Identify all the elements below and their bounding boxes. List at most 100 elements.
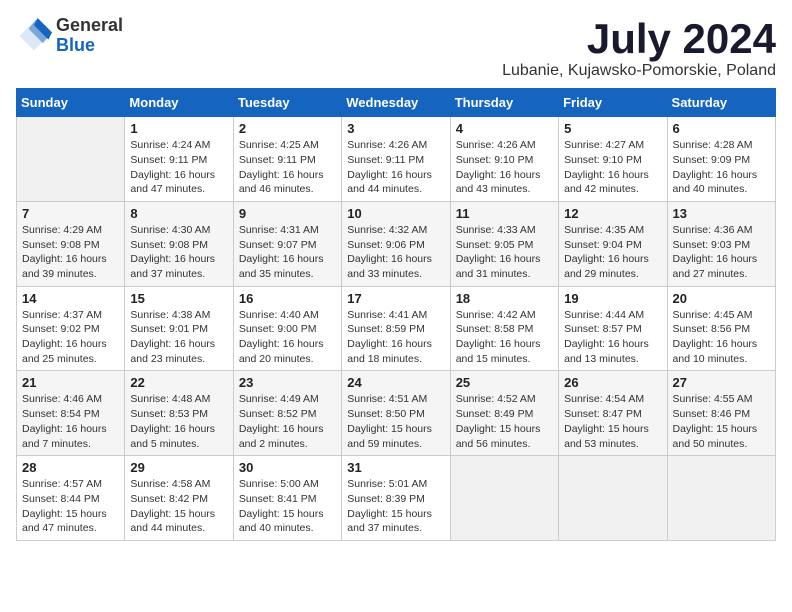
day-info: Sunrise: 4:26 AM Sunset: 9:10 PM Dayligh… bbox=[456, 138, 553, 197]
logo-icon bbox=[16, 18, 52, 54]
day-number: 12 bbox=[564, 206, 661, 221]
calendar-cell: 23 Sunrise: 4:49 AM Sunset: 8:52 PM Dayli… bbox=[233, 371, 341, 456]
calendar-cell bbox=[667, 456, 775, 541]
calendar-table: SundayMondayTuesdayWednesdayThursdayFrid… bbox=[16, 88, 776, 541]
logo-general: General bbox=[56, 16, 123, 36]
page-header: General Blue July 2024 Lubanie, Kujawsko… bbox=[16, 16, 776, 80]
week-row-2: 7Sunrise: 4:29 AM Sunset: 9:08 PM Daylig… bbox=[17, 201, 776, 286]
day-info: Sunrise: 4:42 AM Sunset: 8:58 PM Dayligh… bbox=[456, 308, 553, 367]
day-info: Sunrise: 4:36 AM Sunset: 9:03 PM Dayligh… bbox=[673, 223, 770, 282]
day-number: 23 bbox=[239, 375, 336, 390]
day-number: 14 bbox=[22, 291, 119, 306]
day-info: Sunrise: 4:32 AM Sunset: 9:06 PM Dayligh… bbox=[347, 223, 444, 282]
day-number: 1 bbox=[130, 121, 227, 136]
calendar-cell: 20 Sunrise: 4:45 AM Sunset: 8:56 PM Dayli… bbox=[667, 286, 775, 371]
day-info: Sunrise: 4:51 AM Sunset: 8:50 PM Dayligh… bbox=[347, 392, 444, 451]
calendar-cell: 17 Sunrise: 4:41 AM Sunset: 8:59 PM Dayli… bbox=[342, 286, 450, 371]
calendar-body: 1 Sunrise: 4:24 AM Sunset: 9:11 PM Daylig… bbox=[17, 117, 776, 541]
day-number: 8 bbox=[130, 206, 227, 221]
day-number: 27 bbox=[673, 375, 770, 390]
day-info: Sunrise: 4:37 AM Sunset: 9:02 PM Dayligh… bbox=[22, 308, 119, 367]
day-info: Sunrise: 4:35 AM Sunset: 9:04 PM Dayligh… bbox=[564, 223, 661, 282]
day-info: Sunrise: 4:45 AM Sunset: 8:56 PM Dayligh… bbox=[673, 308, 770, 367]
day-info: Sunrise: 4:41 AM Sunset: 8:59 PM Dayligh… bbox=[347, 308, 444, 367]
day-number: 17 bbox=[347, 291, 444, 306]
header-cell-monday: Monday bbox=[125, 89, 233, 117]
location-title: Lubanie, Kujawsko-Pomorskie, Poland bbox=[502, 62, 776, 80]
calendar-cell: 1 Sunrise: 4:24 AM Sunset: 9:11 PM Daylig… bbox=[125, 117, 233, 202]
calendar-cell bbox=[559, 456, 667, 541]
day-number: 21 bbox=[22, 375, 119, 390]
calendar-cell: 2Sunrise: 4:25 AM Sunset: 9:11 PM Daylig… bbox=[233, 117, 341, 202]
calendar-cell: 6 Sunrise: 4:28 AM Sunset: 9:09 PM Daylig… bbox=[667, 117, 775, 202]
day-number: 28 bbox=[22, 460, 119, 475]
day-number: 6 bbox=[673, 121, 770, 136]
calendar-cell: 26 Sunrise: 4:54 AM Sunset: 8:47 PM Dayli… bbox=[559, 371, 667, 456]
header-cell-saturday: Saturday bbox=[667, 89, 775, 117]
day-info: Sunrise: 4:49 AM Sunset: 8:52 PM Dayligh… bbox=[239, 392, 336, 451]
calendar-cell: 4Sunrise: 4:26 AM Sunset: 9:10 PM Daylig… bbox=[450, 117, 558, 202]
logo-text: General Blue bbox=[56, 16, 123, 56]
day-info: Sunrise: 4:57 AM Sunset: 8:44 PM Dayligh… bbox=[22, 477, 119, 536]
header-cell-tuesday: Tuesday bbox=[233, 89, 341, 117]
calendar-cell: 18 Sunrise: 4:42 AM Sunset: 8:58 PM Dayli… bbox=[450, 286, 558, 371]
header-cell-sunday: Sunday bbox=[17, 89, 125, 117]
calendar-cell: 21Sunrise: 4:46 AM Sunset: 8:54 PM Dayli… bbox=[17, 371, 125, 456]
calendar-header: SundayMondayTuesdayWednesdayThursdayFrid… bbox=[17, 89, 776, 117]
day-number: 18 bbox=[456, 291, 553, 306]
day-number: 11 bbox=[456, 206, 553, 221]
calendar-cell: 7Sunrise: 4:29 AM Sunset: 9:08 PM Daylig… bbox=[17, 201, 125, 286]
day-number: 7 bbox=[22, 206, 119, 221]
day-info: Sunrise: 4:33 AM Sunset: 9:05 PM Dayligh… bbox=[456, 223, 553, 282]
day-info: Sunrise: 4:26 AM Sunset: 9:11 PM Dayligh… bbox=[347, 138, 444, 197]
header-cell-thursday: Thursday bbox=[450, 89, 558, 117]
calendar-cell: 12 Sunrise: 4:35 AM Sunset: 9:04 PM Dayli… bbox=[559, 201, 667, 286]
day-number: 25 bbox=[456, 375, 553, 390]
day-number: 2 bbox=[239, 121, 336, 136]
day-number: 26 bbox=[564, 375, 661, 390]
calendar-cell: 28 Sunrise: 4:57 AM Sunset: 8:44 PM Dayli… bbox=[17, 456, 125, 541]
day-number: 20 bbox=[673, 291, 770, 306]
header-cell-friday: Friday bbox=[559, 89, 667, 117]
day-info: Sunrise: 4:38 AM Sunset: 9:01 PM Dayligh… bbox=[130, 308, 227, 367]
day-info: Sunrise: 4:24 AM Sunset: 9:11 PM Dayligh… bbox=[130, 138, 227, 197]
calendar-cell: 31 Sunrise: 5:01 AM Sunset: 8:39 PM Dayli… bbox=[342, 456, 450, 541]
calendar-cell: 9 Sunrise: 4:31 AM Sunset: 9:07 PM Daylig… bbox=[233, 201, 341, 286]
logo: General Blue bbox=[16, 16, 123, 56]
calendar-cell: 10Sunrise: 4:32 AM Sunset: 9:06 PM Dayli… bbox=[342, 201, 450, 286]
day-number: 5 bbox=[564, 121, 661, 136]
calendar-cell: 8Sunrise: 4:30 AM Sunset: 9:08 PM Daylig… bbox=[125, 201, 233, 286]
header-row: SundayMondayTuesdayWednesdayThursdayFrid… bbox=[17, 89, 776, 117]
day-info: Sunrise: 4:28 AM Sunset: 9:09 PM Dayligh… bbox=[673, 138, 770, 197]
day-info: Sunrise: 4:55 AM Sunset: 8:46 PM Dayligh… bbox=[673, 392, 770, 451]
calendar-cell: 16Sunrise: 4:40 AM Sunset: 9:00 PM Dayli… bbox=[233, 286, 341, 371]
calendar-cell: 29Sunrise: 4:58 AM Sunset: 8:42 PM Dayli… bbox=[125, 456, 233, 541]
calendar-cell: 11 Sunrise: 4:33 AM Sunset: 9:05 PM Dayli… bbox=[450, 201, 558, 286]
day-number: 15 bbox=[130, 291, 227, 306]
calendar-cell: 14 Sunrise: 4:37 AM Sunset: 9:02 PM Dayli… bbox=[17, 286, 125, 371]
calendar-cell: 3Sunrise: 4:26 AM Sunset: 9:11 PM Daylig… bbox=[342, 117, 450, 202]
day-info: Sunrise: 5:01 AM Sunset: 8:39 PM Dayligh… bbox=[347, 477, 444, 536]
calendar-cell: 25Sunrise: 4:52 AM Sunset: 8:49 PM Dayli… bbox=[450, 371, 558, 456]
day-number: 19 bbox=[564, 291, 661, 306]
calendar-cell: 22Sunrise: 4:48 AM Sunset: 8:53 PM Dayli… bbox=[125, 371, 233, 456]
day-info: Sunrise: 4:58 AM Sunset: 8:42 PM Dayligh… bbox=[130, 477, 227, 536]
day-number: 31 bbox=[347, 460, 444, 475]
day-number: 9 bbox=[239, 206, 336, 221]
calendar-cell: 15 Sunrise: 4:38 AM Sunset: 9:01 PM Dayli… bbox=[125, 286, 233, 371]
day-number: 13 bbox=[673, 206, 770, 221]
week-row-1: 1 Sunrise: 4:24 AM Sunset: 9:11 PM Daylig… bbox=[17, 117, 776, 202]
calendar-cell: 19Sunrise: 4:44 AM Sunset: 8:57 PM Dayli… bbox=[559, 286, 667, 371]
month-title: July 2024 bbox=[502, 16, 776, 62]
day-info: Sunrise: 5:00 AM Sunset: 8:41 PM Dayligh… bbox=[239, 477, 336, 536]
day-info: Sunrise: 4:40 AM Sunset: 9:00 PM Dayligh… bbox=[239, 308, 336, 367]
calendar-cell: 5 Sunrise: 4:27 AM Sunset: 9:10 PM Daylig… bbox=[559, 117, 667, 202]
calendar-cell: 27 Sunrise: 4:55 AM Sunset: 8:46 PM Dayli… bbox=[667, 371, 775, 456]
day-info: Sunrise: 4:27 AM Sunset: 9:10 PM Dayligh… bbox=[564, 138, 661, 197]
calendar-cell: 30Sunrise: 5:00 AM Sunset: 8:41 PM Dayli… bbox=[233, 456, 341, 541]
title-block: July 2024 Lubanie, Kujawsko-Pomorskie, P… bbox=[502, 16, 776, 80]
day-info: Sunrise: 4:31 AM Sunset: 9:07 PM Dayligh… bbox=[239, 223, 336, 282]
day-info: Sunrise: 4:48 AM Sunset: 8:53 PM Dayligh… bbox=[130, 392, 227, 451]
day-info: Sunrise: 4:54 AM Sunset: 8:47 PM Dayligh… bbox=[564, 392, 661, 451]
calendar-cell: 13 Sunrise: 4:36 AM Sunset: 9:03 PM Dayli… bbox=[667, 201, 775, 286]
